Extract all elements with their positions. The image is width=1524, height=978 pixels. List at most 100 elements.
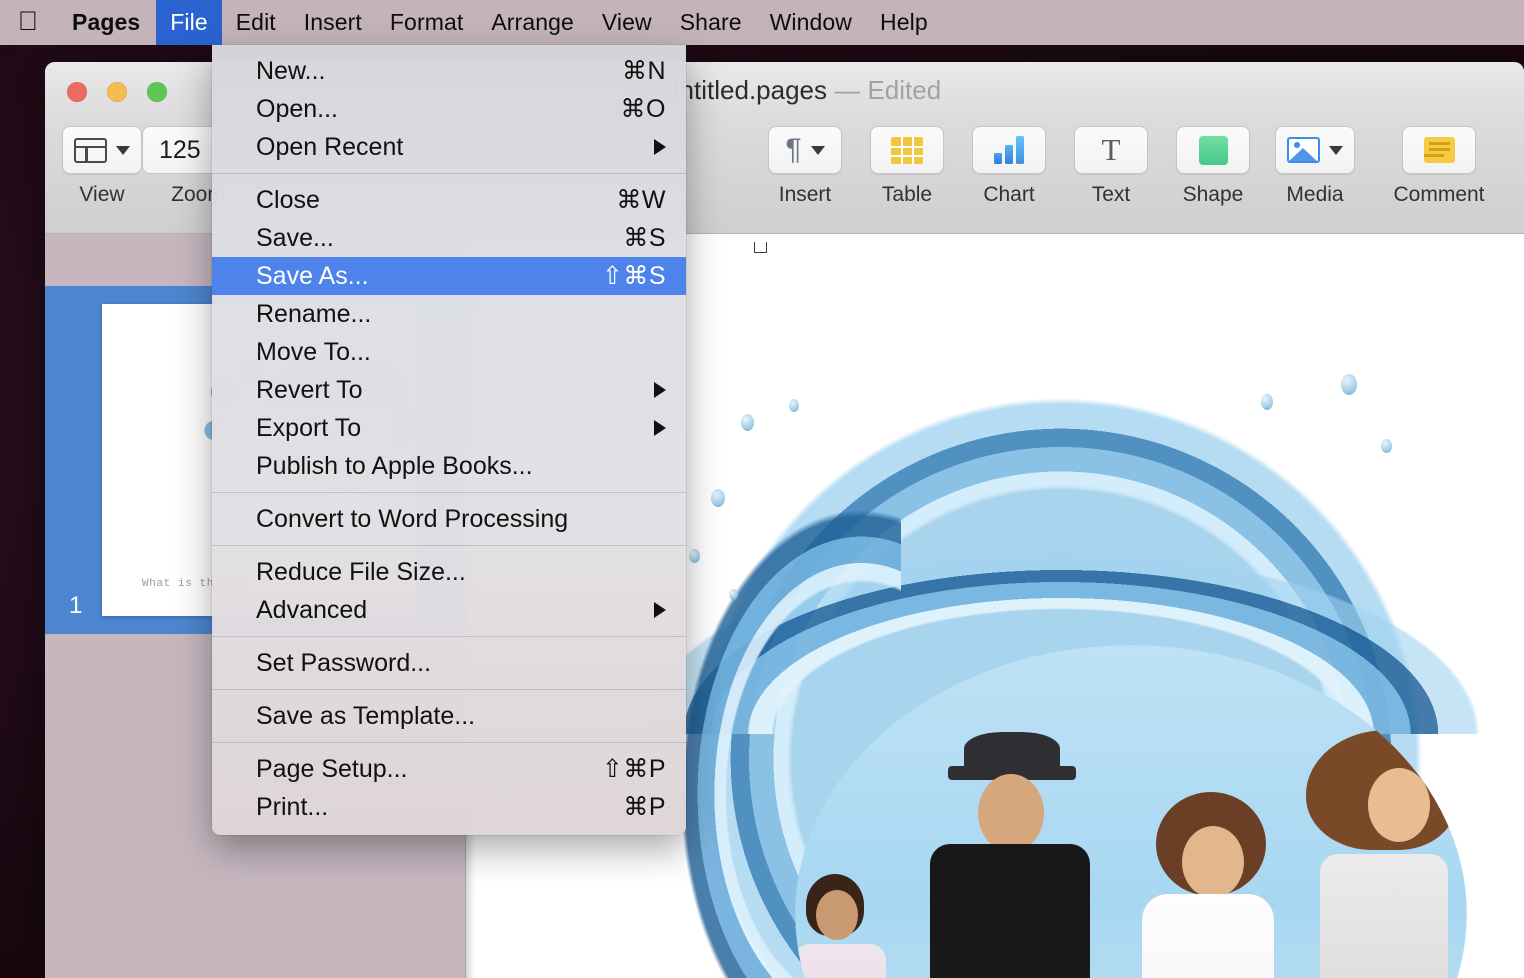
comment-label: Comment [1393,183,1485,206]
menu-item-shortcut: ⌘P [623,793,666,821]
torso [930,844,1090,978]
menubar-item-share[interactable]: Share [666,0,756,45]
media-label: Media [1286,183,1344,206]
comment-note-icon [1423,137,1455,163]
head [816,890,858,940]
menu-item-shortcut: ⇧⌘P [601,755,666,783]
head [1182,826,1244,898]
close-button[interactable] [67,82,87,102]
menu-separator [212,689,686,690]
water-droplet [729,589,738,600]
menubar-item-help[interactable]: Help [866,0,942,45]
menu-separator [212,742,686,743]
minimize-button[interactable] [107,82,127,102]
menu-item-label: Open Recent [256,132,404,161]
menubar-item-window[interactable]: Window [756,0,866,45]
toolbar-item-view[interactable]: View [59,126,145,207]
toolbar-item-media[interactable]: Media [1272,126,1358,207]
menubar-item-edit[interactable]: Edit [222,0,290,45]
toolbar-item-chart[interactable]: Chart [966,126,1052,207]
menu-item-publish-to-apple-books[interactable]: Publish to Apple Books... [212,447,686,485]
menu-item-label: Reduce File Size... [256,557,466,586]
menu-item-label: Advanced [256,595,368,624]
water-droplet [1261,394,1273,410]
view-button[interactable] [62,126,142,174]
menu-item-close[interactable]: Close ⌘W [212,181,686,219]
menubar-item-arrange[interactable]: Arrange [477,0,588,45]
menu-item-open[interactable]: Open... ⌘O [212,90,686,128]
menu-item-save-as-template[interactable]: Save as Template... [212,697,686,735]
maximize-button[interactable] [147,82,167,102]
submenu-arrow-icon [654,602,666,618]
menu-item-shortcut: ⌘O [620,95,666,123]
menu-item-label: Publish to Apple Books... [256,451,533,480]
toolbar-item-text[interactable]: T Text [1068,126,1154,207]
page-number-label: 1 [69,592,83,619]
menu-item-label: Convert to Word Processing [256,504,569,533]
shape-button[interactable] [1176,126,1250,174]
menu-item-print[interactable]: Print... ⌘P [212,788,686,826]
bar-chart-icon [994,136,1024,164]
apple-logo-icon[interactable]:  [0,0,56,45]
menu-item-new[interactable]: New... ⌘N [212,52,686,90]
menu-item-open-recent[interactable]: Open Recent [212,128,686,166]
menu-separator [212,492,686,493]
menu-item-reduce-file-size[interactable]: Reduce File Size... [212,553,686,591]
document-title-separator: — [827,75,868,105]
toolbar-item-insert[interactable]: ¶ Insert [762,126,848,207]
text-label: Text [1091,183,1131,206]
insert-button[interactable]: ¶ [768,126,842,174]
menu-item-advanced[interactable]: Advanced [212,591,686,629]
menu-item-export-to[interactable]: Export To [212,409,686,447]
water-droplet [689,549,700,563]
pilcrow-icon: ¶ [785,133,802,166]
menu-item-shortcut: ⌘W [616,186,666,214]
toolbar-right-group: ¶ Insert Table Chart T Text Shape Media … [762,117,1524,207]
menubar-item-view[interactable]: View [588,0,666,45]
menu-item-label: Set Password... [256,648,432,677]
text-insertion-marker [754,242,767,253]
menu-item-page-setup[interactable]: Page Setup... ⇧⌘P [212,750,686,788]
view-label: View [79,183,125,206]
head [1368,768,1430,842]
document-title[interactable]: Untitled.pages — Edited [661,75,941,106]
file-dropdown-menu: New... ⌘N Open... ⌘O Open Recent Close ⌘W Save.… [212,45,686,835]
submenu-arrow-icon [654,139,666,155]
chart-button[interactable] [972,126,1046,174]
menu-item-move-to[interactable]: Move To... [212,333,686,371]
menu-item-set-password[interactable]: Set Password... [212,644,686,682]
menu-item-rename[interactable]: Rename... [212,295,686,333]
water-droplet [789,399,799,412]
menu-item-convert-to-word-processing[interactable]: Convert to Word Processing [212,500,686,538]
comment-button[interactable] [1402,126,1476,174]
top [1320,854,1448,978]
menu-item-label: Save As... [256,261,369,290]
toolbar-item-comment[interactable]: Comment [1374,126,1504,207]
media-button[interactable] [1275,126,1355,174]
menu-item-save[interactable]: Save... ⌘S [212,219,686,257]
menu-item-label: Close [256,185,320,214]
menubar-item-pages[interactable]: Pages [56,0,156,45]
menu-separator [212,545,686,546]
chart-label: Chart [983,183,1035,206]
menubar-item-format[interactable]: Format [376,0,477,45]
menu-item-label: Rename... [256,299,372,328]
text-button[interactable]: T [1074,126,1148,174]
menu-item-revert-to[interactable]: Revert To [212,371,686,409]
toolbar-item-table[interactable]: Table [864,126,950,207]
macos-menubar:  Pages File Edit Insert Format Arrange … [0,0,1524,45]
window-layout-icon [74,137,107,163]
menubar-item-insert[interactable]: Insert [290,0,376,45]
table-button[interactable] [870,126,944,174]
menu-item-label: Open... [256,94,338,123]
chevron-down-icon [116,145,130,155]
toolbar-item-shape[interactable]: Shape [1170,126,1256,207]
text-t-icon: T [1101,132,1121,168]
water-splash-photo[interactable] [561,304,1524,978]
menu-item-save-as[interactable]: Save As... ⇧⌘S [212,257,686,295]
menu-item-label: Print... [256,792,329,821]
head [978,774,1044,852]
menu-item-label: New... [256,56,326,85]
menubar-item-file[interactable]: File [156,0,222,45]
menu-item-label: Page Setup... [256,754,408,783]
